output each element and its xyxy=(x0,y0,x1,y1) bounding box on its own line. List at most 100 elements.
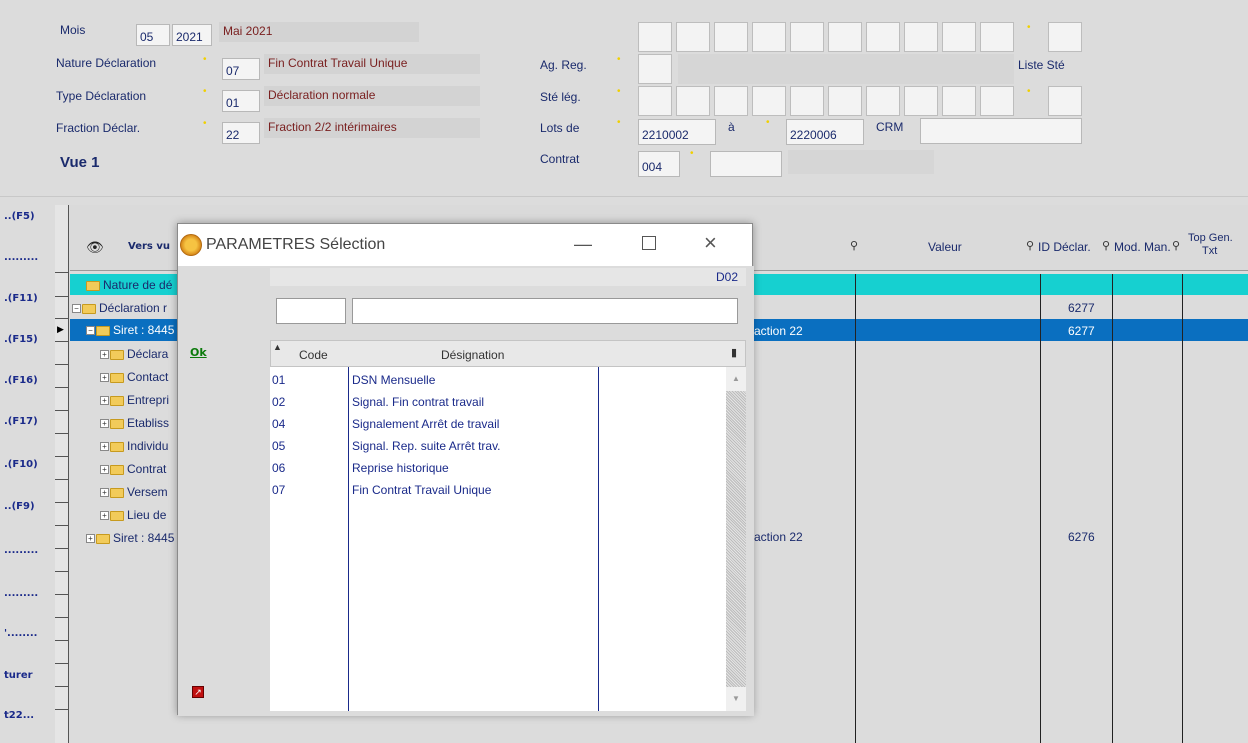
contrat-extra-field[interactable] xyxy=(710,151,782,177)
nature-code-field[interactable]: 07 xyxy=(222,58,260,80)
col-id-declar[interactable]: ID Déclar. xyxy=(1038,240,1091,254)
col-divider xyxy=(1182,274,1183,743)
search-icon[interactable]: ⚲ xyxy=(850,239,858,252)
tree-row[interactable]: + Déclara xyxy=(100,347,168,361)
list-item[interactable]: 04 Signalement Arrêt de travail xyxy=(270,414,726,436)
list-item[interactable]: 01 DSN Mensuelle xyxy=(270,370,726,392)
eye-icon[interactable]: 👁 xyxy=(86,239,104,256)
tree-row[interactable]: + Lieu de xyxy=(100,508,166,522)
tree-row[interactable]: + Etabliss xyxy=(100,416,169,430)
scroll-down-icon[interactable]: ▼ xyxy=(726,687,746,711)
agreg-field[interactable] xyxy=(638,54,672,84)
dialog-left-panel: Ok ↗ xyxy=(178,266,270,716)
fkey-f11[interactable]: .(F11) xyxy=(0,293,52,304)
contrat-text xyxy=(788,150,934,174)
fkey-f16[interactable]: .(F16) xyxy=(0,375,52,386)
list-scrollbar[interactable]: ▲ ▼ xyxy=(726,367,746,711)
expand-icon[interactable]: + xyxy=(100,488,109,498)
row-id-value: 6277 xyxy=(1068,301,1095,315)
lots-to-field[interactable]: 2220006 xyxy=(786,119,864,145)
search-icon[interactable]: ⚲ xyxy=(1172,239,1180,252)
folder-icon xyxy=(110,372,124,383)
folder-icon xyxy=(82,303,96,314)
fkey-blank-3[interactable]: ......... xyxy=(0,588,52,599)
fkey-f10[interactable]: .(F10) xyxy=(0,459,52,470)
folder-icon xyxy=(86,280,100,291)
required-marker xyxy=(690,151,696,156)
col-code[interactable]: Code xyxy=(299,348,328,362)
dialog-titlebar[interactable]: PARAMETRES Sélection — × xyxy=(178,224,752,266)
parametres-dialog: PARAMETRES Sélection — × Ok ↗ D02 ▲ Code… xyxy=(177,223,754,716)
tree-row[interactable]: − Déclaration r xyxy=(72,301,167,315)
close-icon[interactable]: × xyxy=(704,230,717,256)
tree-row[interactable]: + Siret : 8445 xyxy=(86,531,174,545)
required-marker xyxy=(766,120,772,125)
maximize-icon[interactable] xyxy=(642,236,656,250)
ok-button[interactable]: Ok xyxy=(190,346,207,359)
col-vers-vue[interactable]: Vers vu xyxy=(128,241,170,252)
expand-icon[interactable]: + xyxy=(100,465,109,475)
fkey-blank-4[interactable]: '........ xyxy=(0,628,52,639)
list-item[interactable]: 06 Reprise historique xyxy=(270,458,726,480)
expand-icon[interactable]: + xyxy=(100,419,109,429)
tree-row[interactable]: + Contrat xyxy=(100,462,166,476)
lots-from-field[interactable]: 2210002 xyxy=(638,119,716,145)
expand-icon[interactable]: + xyxy=(100,396,109,406)
fkey-t22[interactable]: t22... xyxy=(0,710,52,721)
contrat-field[interactable]: 004 xyxy=(638,151,680,177)
exit-icon[interactable]: ↗ xyxy=(192,686,204,698)
fkey-blank-1[interactable]: ......... xyxy=(0,252,52,263)
tree-row[interactable]: + Individu xyxy=(100,439,168,453)
type-code-field[interactable]: 01 xyxy=(222,90,260,112)
expand-icon[interactable]: + xyxy=(100,511,109,521)
list-item[interactable]: 05 Signal. Rep. suite Arrêt trav. xyxy=(270,436,726,458)
fkey-f17[interactable]: .(F17) xyxy=(0,416,52,427)
fkey-f5[interactable]: ..(F5) xyxy=(0,211,52,222)
folder-icon xyxy=(110,487,124,498)
mois-text: Mai 2021 xyxy=(219,22,419,42)
current-row-arrow-icon: ▶ xyxy=(57,324,64,334)
fraction-text: Fraction 2/2 intérimaires xyxy=(264,118,480,138)
sort-up-icon[interactable]: ▲ xyxy=(273,342,282,352)
column-pin-icon[interactable]: ▮ xyxy=(731,346,737,359)
ste-leg-label: Sté lég. xyxy=(540,90,581,104)
fkey-f9[interactable]: ..(F9) xyxy=(0,501,52,512)
list-item[interactable]: 07 Fin Contrat Travail Unique xyxy=(270,480,726,502)
nature-label: Nature Déclaration xyxy=(56,56,157,70)
collapse-icon[interactable]: − xyxy=(72,304,81,314)
folder-icon xyxy=(110,464,124,475)
crm-field[interactable] xyxy=(920,118,1082,144)
tree-row[interactable]: − Siret : 8445 xyxy=(86,323,174,337)
required-marker xyxy=(617,89,623,94)
col-mod-man[interactable]: Mod. Man. xyxy=(1114,240,1171,254)
collapse-icon[interactable]: − xyxy=(86,326,95,336)
minimize-icon[interactable]: — xyxy=(574,234,592,255)
fkey-structurer[interactable]: turer xyxy=(0,670,52,681)
fraction-code-field[interactable]: 22 xyxy=(222,122,260,144)
annee-field[interactable]: 2021 xyxy=(172,24,212,46)
tree-row[interactable]: + Entrepri xyxy=(100,393,169,407)
folder-icon xyxy=(110,441,124,452)
tree-row[interactable]: + Contact xyxy=(100,370,168,384)
fkey-blank-2[interactable]: ......... xyxy=(0,545,52,556)
windev-logo-icon xyxy=(180,234,202,256)
list-item[interactable]: 02 Signal. Fin contrat travail xyxy=(270,392,726,414)
col-top-gen[interactable]: Top Gen. xyxy=(1188,232,1233,244)
expand-icon[interactable]: + xyxy=(100,442,109,452)
row-id-value: 6277 xyxy=(1068,324,1095,338)
col-divider xyxy=(855,274,856,743)
expand-icon[interactable]: + xyxy=(100,350,109,360)
col-valeur[interactable]: Valeur xyxy=(928,240,962,254)
expand-icon[interactable]: + xyxy=(100,373,109,383)
designation-filter-input[interactable] xyxy=(352,298,738,324)
mois-field[interactable]: 05 xyxy=(136,24,170,46)
expand-icon[interactable]: + xyxy=(86,534,95,544)
tree-row[interactable]: Nature de dé xyxy=(86,278,172,292)
tree-row[interactable]: + Versem xyxy=(100,485,168,499)
fkey-f15[interactable]: .(F15) xyxy=(0,334,52,345)
search-icon[interactable]: ⚲ xyxy=(1026,239,1034,252)
col-designation[interactable]: Désignation xyxy=(441,348,504,362)
code-filter-input[interactable] xyxy=(276,298,346,324)
scroll-up-icon[interactable]: ▲ xyxy=(726,367,746,391)
search-icon[interactable]: ⚲ xyxy=(1102,239,1110,252)
